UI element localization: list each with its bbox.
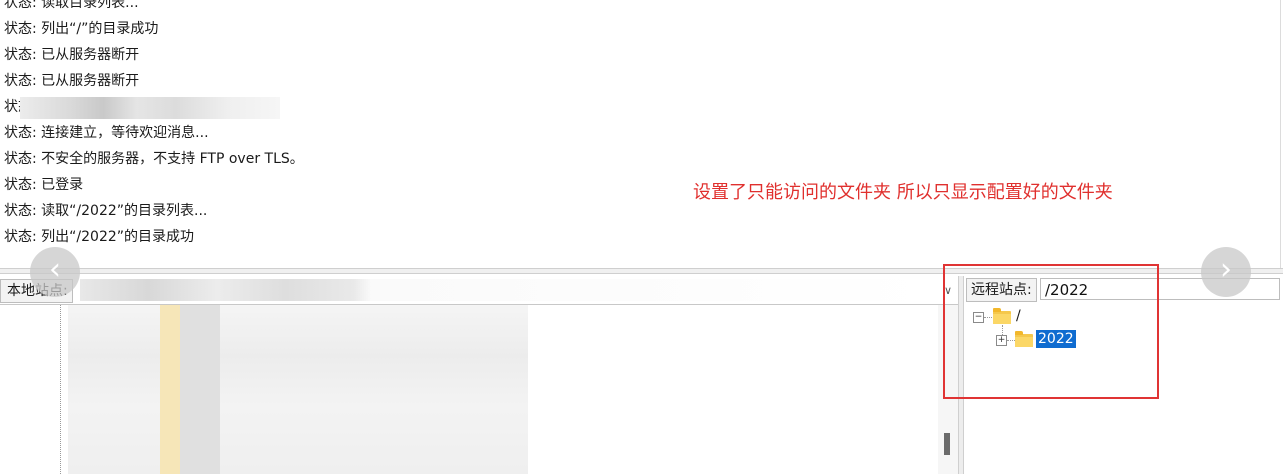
log-line: 状态: 已从服务器断开 [4,73,140,89]
chevron-left-icon[interactable]: ‹ [30,247,80,297]
log-line: 状态: 列出“/2022”的目录成功 [4,229,195,245]
tree-item-2022[interactable]: 2022 [1036,330,1076,348]
expand-toggle-icon[interactable]: + [996,335,1007,346]
log-scrollbar[interactable] [1280,0,1281,268]
log-line: 状态: 读取“/2022”的目录列表... [4,203,208,219]
log-line: 状态: 读取目录列表... [4,0,139,11]
horizontal-splitter[interactable] [0,268,1283,274]
tree-line [60,305,61,474]
chevron-down-icon[interactable]: ∨ [940,282,956,300]
tree-line [1007,340,1015,341]
remote-site-label: 远程站点: [966,278,1037,302]
redacted-region [68,305,528,474]
tree-item-root[interactable]: / [1014,307,1023,325]
collapse-toggle-icon[interactable]: − [973,312,984,323]
local-directory-tree[interactable] [0,305,938,474]
log-line: 状态: 列出“/”的目录成功 [4,21,159,37]
folder-icon [993,308,1011,324]
tree-line [984,317,992,318]
log-line: 状态: 已从服务器断开 [4,47,140,63]
log-line: 状态: 不安全的服务器，不支持 FTP over TLS。 [4,151,304,167]
redacted-region [160,305,180,474]
log-line: 状态: 已登录 [4,177,84,193]
redacted-region [20,97,280,119]
folder-icon [1015,331,1033,347]
annotation-text: 设置了只能访问的文件夹 所以只显示配置好的文件夹 [693,182,1113,203]
local-tree-scrollbar[interactable] [938,305,958,474]
remote-site-pane: 远程站点: / 2022 − / + 2022 [964,276,1283,474]
local-site-bar: 本地站点: ∨ [0,276,958,305]
chevron-right-icon[interactable]: › [1201,247,1251,297]
local-site-path-input[interactable] [80,279,936,301]
log-line: 状态: 连接建立，等待欢迎消息... [4,125,209,141]
message-log: 状态: 读取目录列表... 状态: 列出“/”的目录成功 状态: 已从服务器断开… [0,0,1283,270]
remote-directory-tree[interactable]: − / + 2022 [964,304,1283,474]
scrollbar-thumb[interactable] [944,433,950,455]
local-site-pane: 本地站点: ∨ [0,276,958,474]
redacted-region [180,305,220,474]
